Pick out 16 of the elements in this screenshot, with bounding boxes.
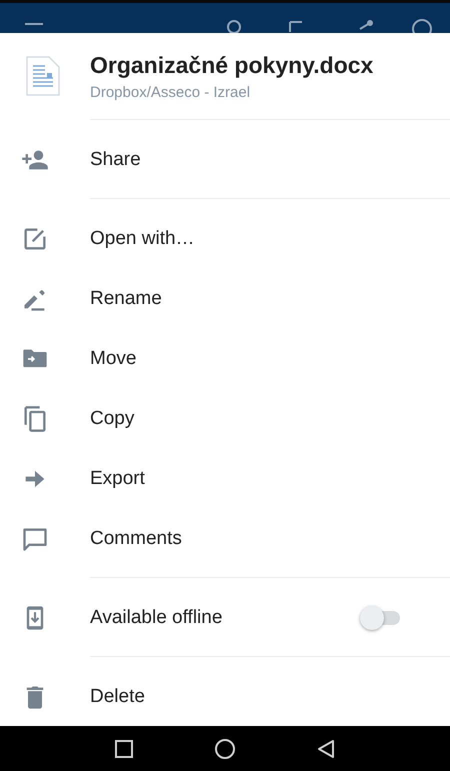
menu-item[interactable]: Rename	[0, 269, 450, 329]
recents-icon[interactable]	[114, 738, 134, 758]
menu-item[interactable]: Delete	[0, 667, 450, 726]
file-title: Organizačné pokyny.docx	[90, 52, 374, 78]
document-icon	[26, 56, 60, 96]
home-icon[interactable]	[214, 738, 236, 760]
menu-item[interactable]: Comments	[0, 509, 450, 569]
toggle-row[interactable]: Available offline	[0, 588, 450, 648]
menu-item[interactable]: Open with…	[0, 209, 450, 269]
back-icon[interactable]	[316, 738, 336, 758]
menu-item[interactable]: Copy	[0, 389, 450, 449]
menu-item[interactable]: Move	[0, 329, 450, 389]
menu-item[interactable]: Share	[0, 130, 450, 190]
file-path: Dropbox/Asseco - Izrael	[90, 84, 252, 100]
toggle-switch[interactable]	[360, 606, 402, 630]
menu-item[interactable]: Export	[0, 449, 450, 509]
